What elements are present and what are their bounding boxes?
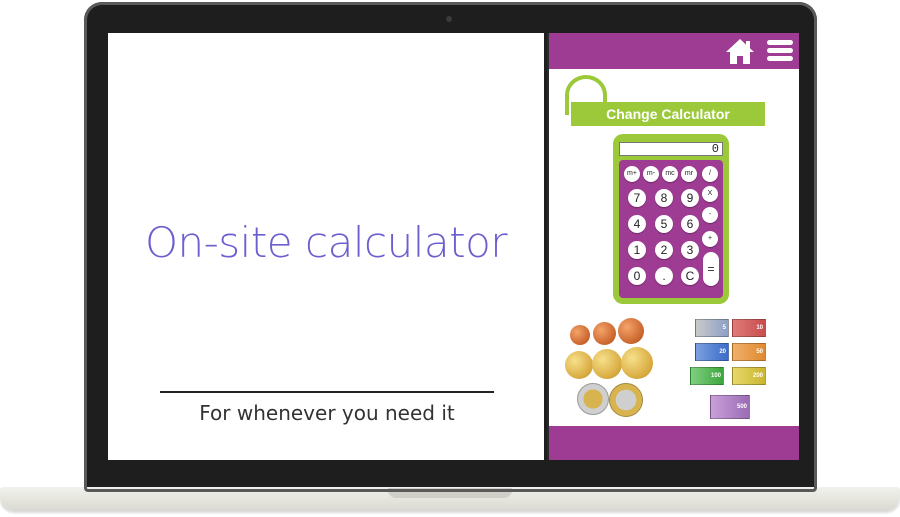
- app-bottombar: [549, 426, 799, 460]
- hero-panel: On-site calculator For whenever you need…: [108, 33, 544, 460]
- key-clear[interactable]: C: [681, 267, 699, 285]
- app-banner: Change Calculator: [571, 102, 765, 126]
- key-3[interactable]: 3: [681, 241, 699, 259]
- key-mplus[interactable]: m+: [624, 166, 640, 182]
- banknote-50[interactable]: 50: [732, 343, 766, 361]
- key-mc[interactable]: mc: [662, 166, 678, 182]
- calculator-display: 0: [619, 142, 723, 156]
- banknote-10[interactable]: 10: [732, 319, 766, 337]
- key-mminus[interactable]: m-: [643, 166, 659, 182]
- banknote-5[interactable]: 5: [695, 319, 729, 337]
- banknote-500[interactable]: 500: [710, 395, 750, 419]
- calculator: 0 m+ m- mc mr / 7 8 9 X 4 5 6 - 1 2 3 + …: [613, 134, 729, 304]
- coin[interactable]: [570, 325, 590, 345]
- key-5[interactable]: 5: [655, 215, 673, 233]
- hero-title: On-site calculator: [144, 218, 508, 267]
- coin[interactable]: [577, 383, 609, 415]
- key-multiply[interactable]: X: [702, 186, 718, 202]
- key-mr[interactable]: mr: [681, 166, 697, 182]
- laptop-notch: [388, 488, 512, 498]
- key-divide[interactable]: /: [702, 166, 718, 182]
- menu-icon[interactable]: [767, 40, 793, 62]
- home-icon[interactable]: [725, 37, 755, 65]
- app-screen: Change Calculator 0 m+ m- mc mr / 7 8 9 …: [547, 33, 799, 460]
- coin[interactable]: [621, 347, 653, 379]
- coin[interactable]: [609, 383, 643, 417]
- hero-subtitle: For whenever you need it: [199, 401, 455, 425]
- key-7[interactable]: 7: [628, 189, 646, 207]
- key-equals[interactable]: =: [703, 252, 719, 286]
- key-plus[interactable]: +: [702, 231, 718, 247]
- camera: [446, 16, 452, 22]
- key-8[interactable]: 8: [655, 189, 673, 207]
- key-0[interactable]: 0: [628, 267, 646, 285]
- key-4[interactable]: 4: [628, 215, 646, 233]
- keypad: m+ m- mc mr / 7 8 9 X 4 5 6 - 1 2 3 + 0 …: [619, 160, 723, 298]
- hero-divider: [160, 391, 494, 393]
- banknote-20[interactable]: 20: [695, 343, 729, 361]
- key-dot[interactable]: .: [655, 267, 673, 285]
- banknote-100[interactable]: 100: [690, 367, 724, 385]
- key-9[interactable]: 9: [681, 189, 699, 207]
- coin[interactable]: [593, 322, 616, 345]
- key-2[interactable]: 2: [655, 241, 673, 259]
- key-minus[interactable]: -: [702, 207, 718, 223]
- coin[interactable]: [592, 349, 622, 379]
- coin[interactable]: [565, 351, 593, 379]
- key-1[interactable]: 1: [628, 241, 646, 259]
- banknote-200[interactable]: 200: [732, 367, 766, 385]
- key-6[interactable]: 6: [681, 215, 699, 233]
- app-topbar: [549, 33, 799, 69]
- coin[interactable]: [618, 318, 644, 344]
